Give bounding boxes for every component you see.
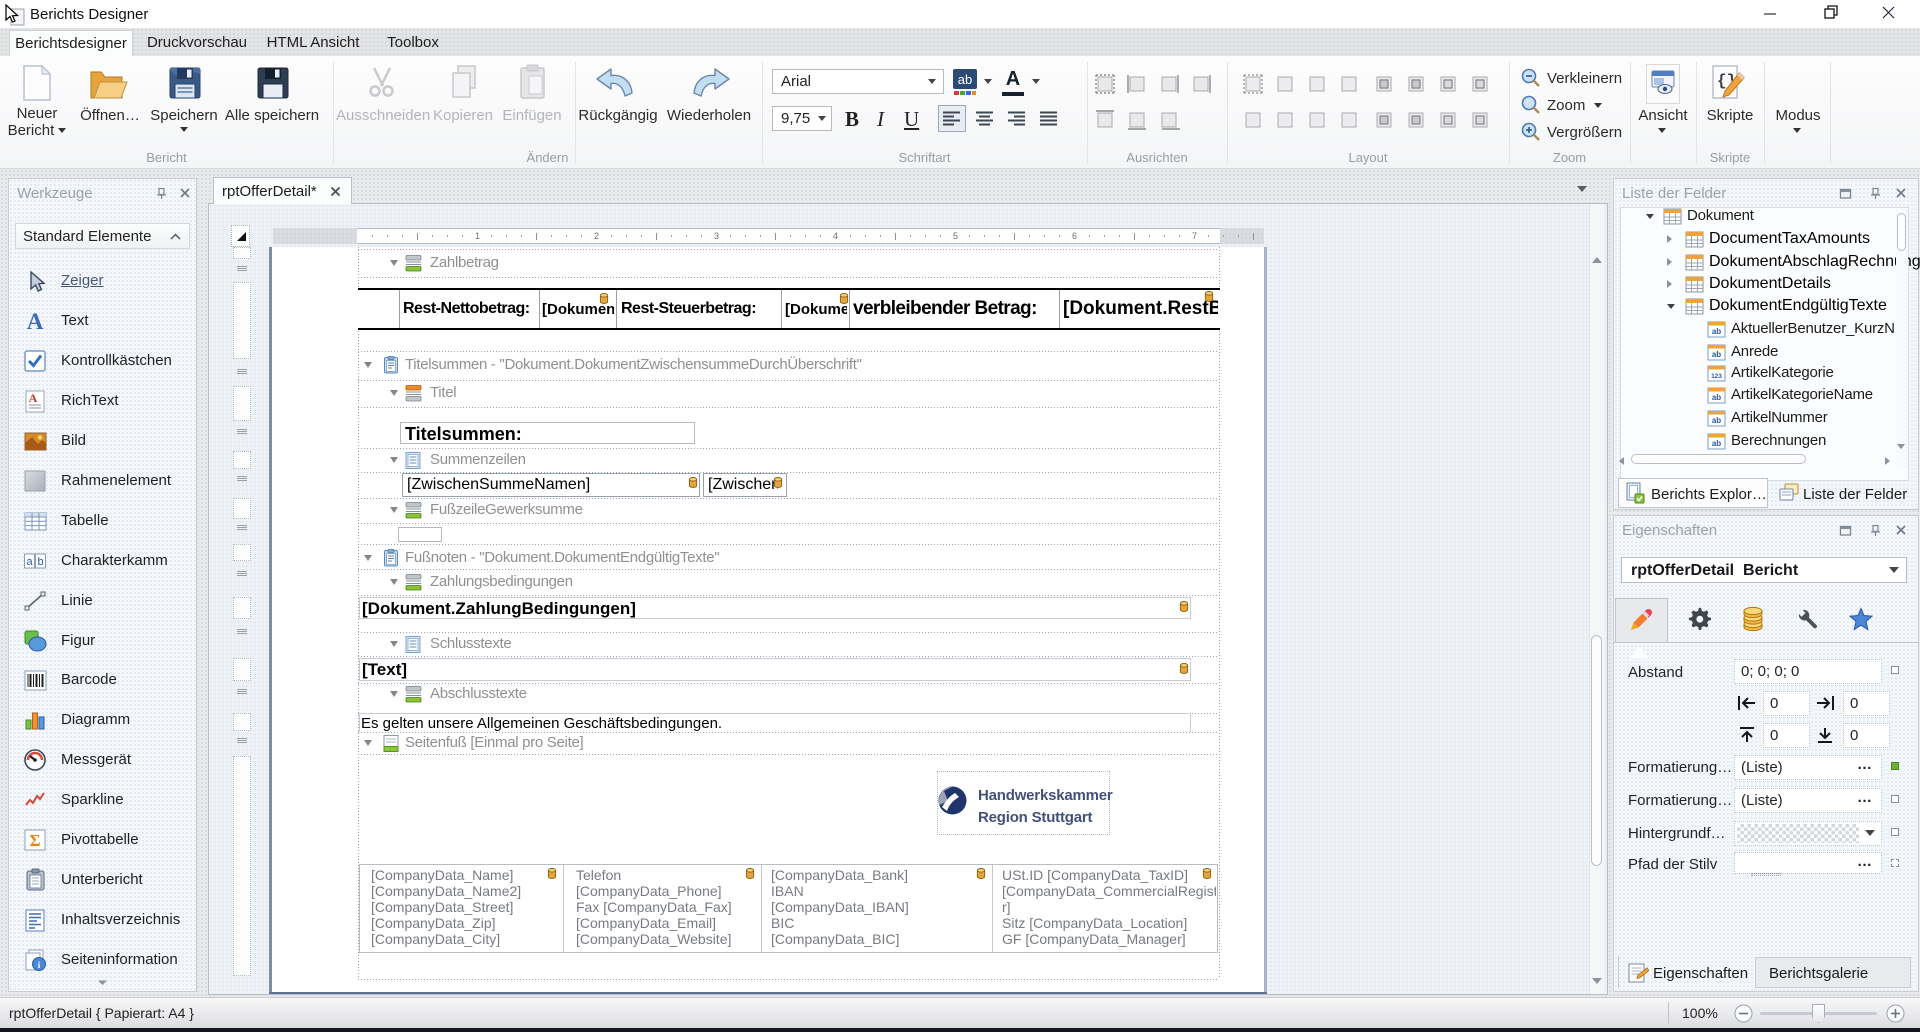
svg-text:ab: ab [958,72,972,87]
svg-text:ab: ab [1712,439,1721,448]
svg-text:A: A [27,309,44,333]
svg-text:123: 123 [1711,373,1722,380]
svg-text:ab: ab [1712,327,1721,336]
svg-text:ab: ab [1712,350,1721,359]
svg-text:b: b [37,556,43,568]
svg-text:ab: ab [1712,416,1721,425]
svg-text:Σ: Σ [29,831,40,850]
svg-text:A: A [29,391,38,405]
svg-text:ab: ab [1712,393,1721,402]
svg-text:a: a [26,556,33,568]
